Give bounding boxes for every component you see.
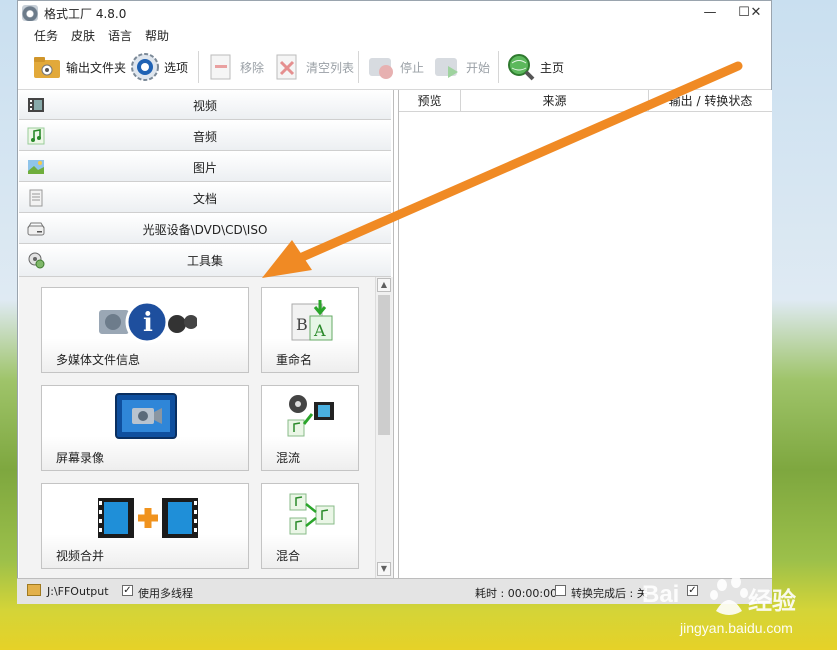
watermark-brand-left: Bai [642,581,680,608]
annotation-arrow [262,61,743,278]
watermark-url: jingyan.baidu.com [680,620,793,636]
watermark-brand-right: 经验 [748,587,796,615]
baidu-watermark: Bai 经验 jingyan.baidu.com [636,575,836,647]
